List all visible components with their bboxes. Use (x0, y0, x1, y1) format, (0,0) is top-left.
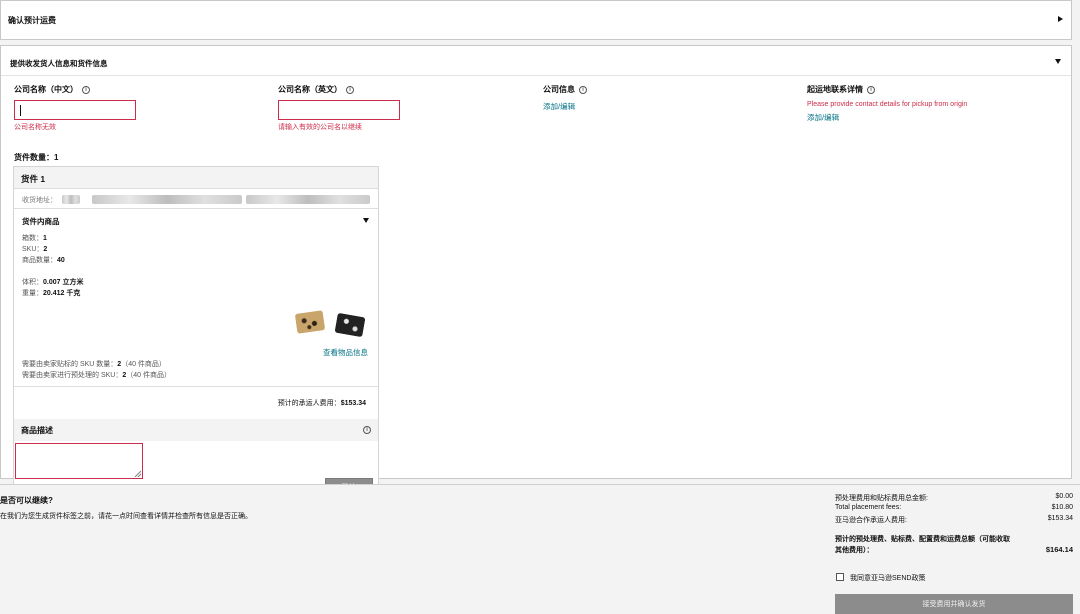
volume-value: 0.007 立方米 (43, 279, 84, 286)
sku-label: SKU： (22, 246, 44, 253)
confirm-shipping-panel[interactable]: 确认预计运费 (0, 0, 1072, 40)
summary-label: 预处理费用和贴标费用总金额: (835, 495, 928, 502)
company-en-label: 公司名称（英文） i (278, 84, 354, 95)
info-icon[interactable]: i (82, 85, 90, 94)
company-cn-label-text: 公司名称（中文） (14, 85, 78, 94)
company-en-input[interactable] (278, 100, 400, 120)
total-value: $164.14 (1045, 545, 1073, 554)
summary-row-placement: Total placement fees: $10.80 (835, 504, 1073, 511)
prep-sku-label: 需要由卖家进行预处理的 SKU： (22, 372, 123, 379)
summary-row-prep: 预处理费用和贴标费用总金额: $0.00 (835, 493, 1073, 503)
pickup-contact-label: 起运地联系详情 i (807, 84, 875, 95)
company-cn-input[interactable] (14, 100, 136, 120)
product-thumbnail-leopard (294, 310, 326, 334)
qty-label: 商品数量： (22, 257, 57, 264)
pickup-contact-error: Please provide contact details for picku… (807, 101, 968, 108)
label-sku-label: 需要由卖家贴标的 SKU 数量： (22, 361, 118, 368)
continue-description: 在我们为您生成货件标签之前，请花一点时间查看详情并检查所有信息是否正确。 (0, 513, 252, 520)
shipment-count: 货件数量：1 (14, 153, 59, 162)
fee-divider (14, 386, 378, 387)
weight-value: 20.412 千克 (43, 290, 81, 297)
header-divider (1, 75, 1071, 76)
summary-label: Total placement fees: (835, 504, 902, 511)
company-info-edit-link[interactable]: 添加/编辑 (543, 101, 575, 112)
items-section-title: 货件内商品 (22, 217, 60, 226)
shipment-card: 货件 1 收货地址： 货件内商品 箱数：1 SKU：2 商品数量：40 体积：0… (13, 166, 379, 505)
summary-label: 亚马逊合作承运人费用: (835, 517, 907, 524)
description-header: 商品描述 i (14, 419, 378, 441)
items-collapse-icon[interactable] (363, 218, 369, 223)
volume-label: 体积： (22, 279, 43, 286)
label-sku-suffix: （40 件商品） (121, 361, 166, 368)
summary-row-carrier: 亚马逊合作承运人费用: $153.34 (835, 515, 1073, 525)
sku-value: 2 (43, 246, 48, 253)
shipment-header: 货件 1 (14, 167, 378, 189)
resize-handle-icon[interactable] (135, 471, 141, 477)
pickup-contact-label-text: 起运地联系详情 (807, 85, 863, 94)
expand-arrow-icon[interactable] (1058, 16, 1063, 22)
carrier-fee-label: 预计的承运人费用： (277, 400, 341, 407)
continue-question: 是否可以继续? (0, 496, 53, 505)
prep-sku-note: 需要由卖家进行预处理的 SKU：2（40 件商品） (22, 370, 171, 380)
company-cn-error: 公司名称无效 (14, 124, 56, 131)
boxes-row: 箱数：1 (22, 233, 47, 243)
summary-value: $0.00 (1055, 493, 1073, 500)
boxes-label: 箱数： (22, 235, 43, 242)
shipper-info-panel: 提供收发货人信息和货件信息 公司名称（中文） i 公司名称无效 公司名称（英文）… (0, 45, 1072, 505)
summary-value: $10.80 (1051, 504, 1073, 511)
company-en-error: 请输入有效的公司名以继续 (278, 124, 362, 131)
qty-value: 40 (57, 257, 65, 264)
sku-row: SKU：2 (22, 244, 47, 254)
info-icon[interactable]: i (867, 85, 875, 94)
company-info-label-text: 公司信息 (543, 85, 575, 94)
description-textarea[interactable] (15, 443, 143, 479)
info-icon[interactable]: i (363, 426, 371, 434)
company-cn-label: 公司名称（中文） i (14, 84, 90, 95)
address-label: 收货地址： (22, 197, 57, 204)
summary-value: $153.34 (1047, 515, 1073, 522)
accept-and-confirm-button[interactable]: 接受费用并确认发货 (835, 594, 1073, 614)
description-title: 商品描述 (21, 426, 53, 435)
agree-policy-checkbox[interactable] (836, 573, 844, 581)
text-cursor (20, 105, 21, 116)
weight-label: 重量： (22, 290, 43, 297)
volume-row: 体积：0.007 立方米 (22, 277, 83, 287)
total-label: 预计的预处理费、贴标费、配置费和运费总额（可能收取其他费用）： (835, 536, 1010, 554)
company-info-label: 公司信息 i (543, 84, 587, 95)
agree-policy-label[interactable]: 我同意亚马逊SEND政策 (850, 573, 925, 583)
carrier-fee-value: $153.34 (340, 400, 366, 407)
redacted-address (62, 195, 80, 204)
ship-to-address-row: 收货地址： (14, 189, 378, 209)
product-thumbnail-black (334, 312, 366, 338)
weight-row: 重量：20.412 千克 (22, 288, 80, 298)
qty-row: 商品数量：40 (22, 255, 65, 265)
view-items-link[interactable]: 查看物品信息 (323, 347, 368, 358)
pickup-contact-edit-link[interactable]: 添加/编辑 (807, 112, 839, 123)
confirm-shipping-title: 确认预计运费 (8, 16, 56, 25)
info-icon[interactable]: i (346, 85, 354, 94)
info-icon[interactable]: i (579, 85, 587, 94)
shipper-info-title: 提供收发货人信息和货件信息 (10, 59, 108, 68)
boxes-value: 1 (43, 235, 47, 242)
carrier-fee-row: 预计的承运人费用：$153.34 (278, 398, 366, 408)
collapse-arrow-icon[interactable] (1055, 59, 1061, 64)
bottom-summary-bar: 是否可以继续? 在我们为您生成货件标签之前，请花一点时间查看详情并检查所有信息是… (0, 484, 1080, 614)
shipment-title: 货件 1 (21, 174, 46, 184)
prep-sku-suffix: （40 件商品） (126, 372, 171, 379)
redacted-address (92, 195, 242, 204)
redacted-address (246, 195, 370, 204)
label-sku-note: 需要由卖家贴标的 SKU 数量：2（40 件商品） (22, 359, 166, 369)
company-en-label-text: 公司名称（英文） (278, 85, 342, 94)
